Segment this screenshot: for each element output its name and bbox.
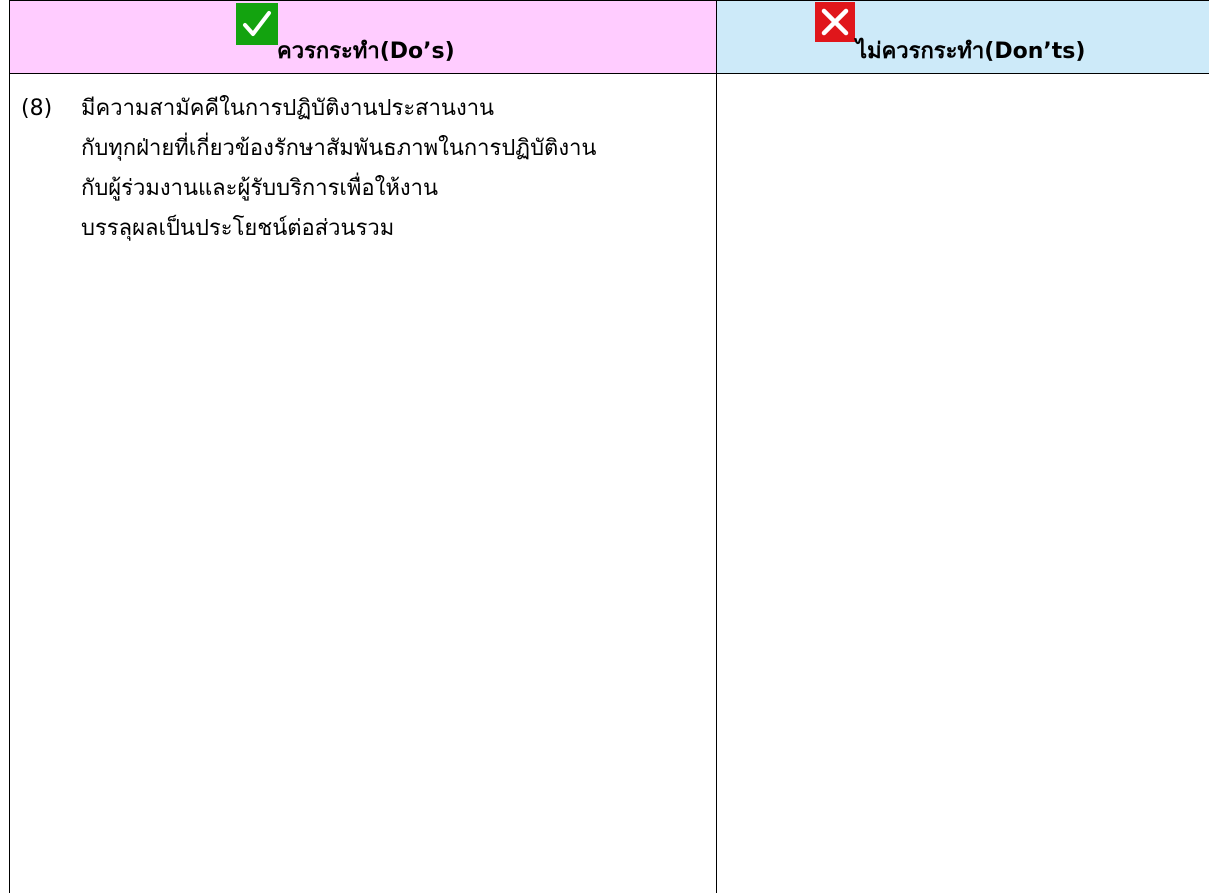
dos-column: ควรกระทำ(Do’s) (8) มีความสามัคคีในการปฏิ… bbox=[10, 1, 717, 893]
dos-header-label: ควรกระทำ(Do’s) bbox=[277, 39, 455, 64]
x-mark-icon bbox=[815, 2, 855, 42]
donts-header: ไม่ควรกระทำ(Don’ts) bbox=[717, 1, 1209, 74]
checkmark-icon bbox=[236, 3, 278, 45]
dos-item-text: มีความสามัคคีในการปฏิบัติงานประสานงาน กั… bbox=[81, 89, 711, 249]
dos-item-line: กับผู้ร่วมงานและผู้รับบริการเพื่อให้งาน bbox=[81, 176, 439, 201]
dos-item-line: มีความสามัคคีในการปฏิบัติงานประสานงาน bbox=[81, 96, 495, 121]
dos-item-line: บรรลุผลเป็นประโยชน์ต่อส่วนรวม bbox=[81, 216, 395, 241]
donts-column: ไม่ควรกระทำ(Don’ts) bbox=[717, 1, 1209, 893]
dos-item-number: (8) bbox=[21, 96, 53, 121]
donts-header-label: ไม่ควรกระทำ(Don’ts) bbox=[856, 39, 1086, 64]
dos-donts-table: ควรกระทำ(Do’s) (8) มีความสามัคคีในการปฏิ… bbox=[9, 0, 1209, 893]
dos-header: ควรกระทำ(Do’s) bbox=[10, 1, 716, 74]
dos-item-line: กับทุกฝ่ายที่เกี่ยวข้องรักษาสัมพันธภาพใน… bbox=[81, 136, 597, 161]
